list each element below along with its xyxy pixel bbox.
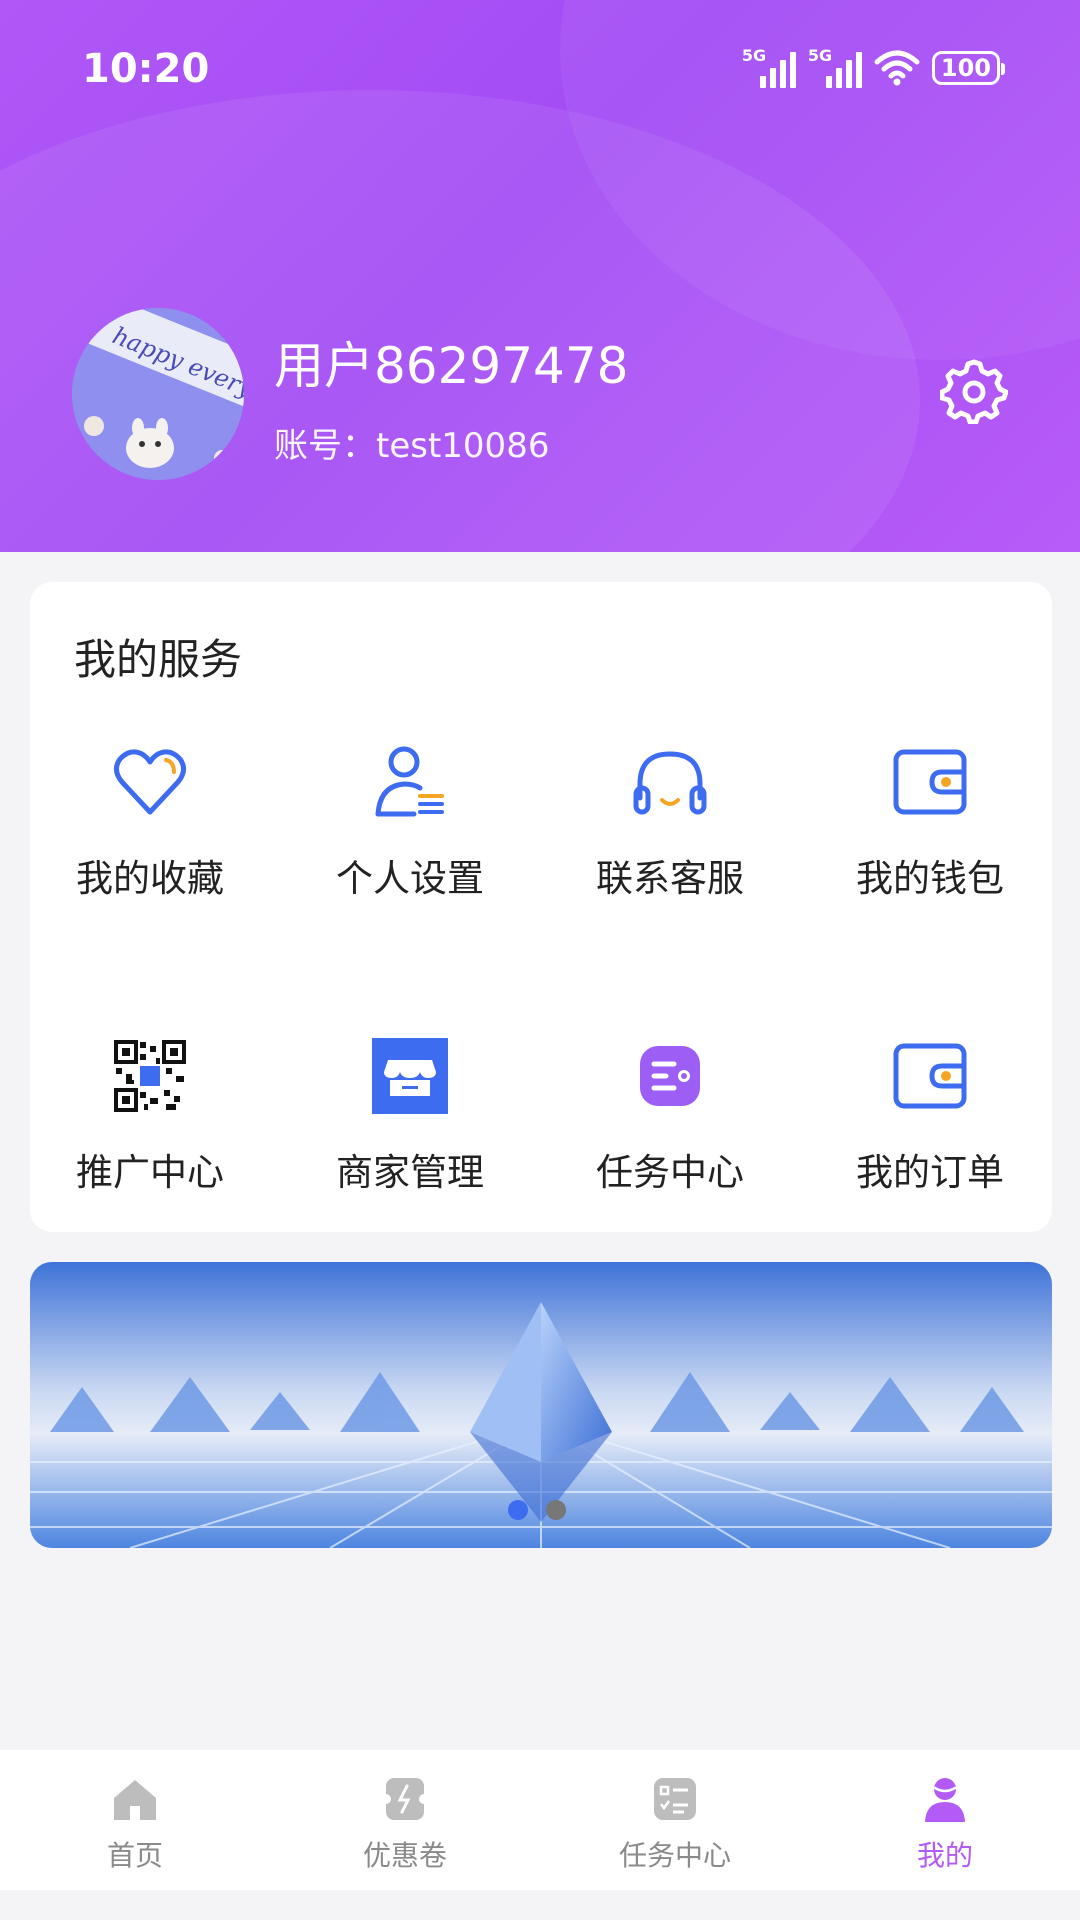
profile-icon: [925, 1778, 965, 1822]
service-wallet[interactable]: 我的钱包: [810, 742, 1050, 942]
home-icon: [114, 1780, 156, 1820]
service-promotion-center[interactable]: 推广中心: [30, 1036, 270, 1236]
service-label: 推广中心: [76, 1151, 224, 1194]
promo-banner[interactable]: [30, 1262, 1052, 1548]
service-label: 个人设置: [336, 857, 484, 900]
settings-button[interactable]: [939, 356, 1009, 425]
service-my-orders[interactable]: 我的订单: [810, 1036, 1050, 1236]
heart-icon: [114, 749, 186, 815]
service-label: 我的钱包: [856, 857, 1004, 900]
cellular-signal-icon: 5G: [741, 46, 796, 88]
bottom-navigation: 首页 优惠卷 任务中心 我的: [0, 1750, 1080, 1890]
service-label: 任务中心: [596, 1151, 744, 1194]
services-title: 我的服务: [74, 635, 243, 684]
wifi-icon: [874, 50, 920, 86]
network-type-label: 5G: [807, 46, 833, 65]
order-wallet-icon: [893, 1043, 967, 1109]
task-icon: [640, 1046, 700, 1106]
qr-code-icon: [114, 1040, 186, 1112]
nav-coupons[interactable]: 优惠卷: [270, 1750, 540, 1890]
banner-pagination: [508, 1500, 566, 1520]
cellular-signal-icon: 5G: [807, 46, 862, 88]
service-personal-settings[interactable]: 个人设置: [290, 742, 530, 942]
user-settings-icon: [375, 746, 444, 817]
nav-label: 优惠卷: [362, 1839, 447, 1872]
nav-profile[interactable]: 我的: [810, 1750, 1080, 1890]
status-icons: 5G 5G 100: [741, 46, 1006, 88]
service-label: 商家管理: [336, 1151, 484, 1194]
profile-header: 10:20 5G 5G 100 happy every 用户86297478 账…: [0, 0, 1080, 552]
nav-label: 任务中心: [618, 1839, 731, 1872]
nav-task-center[interactable]: 任务中心: [540, 1750, 810, 1890]
avatar-image: happy every: [72, 308, 244, 480]
headset-icon: [633, 751, 707, 815]
services-card: 我的服务 我的收藏 个人设置 联系客服 我的钱包 推广中心 商家管理 任务中心 …: [30, 582, 1052, 1232]
nav-label: 首页: [106, 1839, 163, 1872]
nav-home[interactable]: 首页: [0, 1750, 270, 1890]
username: 用户86297478: [274, 337, 629, 395]
pagination-dot-active[interactable]: [508, 1500, 528, 1520]
coupon-icon: [381, 1778, 429, 1820]
network-type-label: 5G: [741, 46, 767, 65]
service-label: 我的订单: [856, 1151, 1004, 1194]
service-label: 我的收藏: [76, 857, 224, 900]
gear-icon: [939, 359, 1009, 425]
service-favorites[interactable]: 我的收藏: [30, 742, 270, 942]
service-label: 联系客服: [596, 857, 744, 900]
task-list-icon: [654, 1778, 696, 1820]
pagination-dot[interactable]: [546, 1500, 566, 1520]
wallet-icon: [893, 749, 967, 815]
service-merchant-management[interactable]: 商家管理: [290, 1036, 530, 1236]
service-customer-support[interactable]: 联系客服: [550, 742, 790, 942]
avatar[interactable]: happy every: [72, 308, 244, 480]
nav-label: 我的: [916, 1839, 973, 1872]
status-time: 10:20: [82, 46, 210, 92]
battery-indicator: 100: [931, 51, 1006, 85]
account-id: 账号：test10086: [274, 426, 550, 466]
store-icon: [372, 1038, 448, 1114]
service-task-center[interactable]: 任务中心: [550, 1036, 790, 1236]
